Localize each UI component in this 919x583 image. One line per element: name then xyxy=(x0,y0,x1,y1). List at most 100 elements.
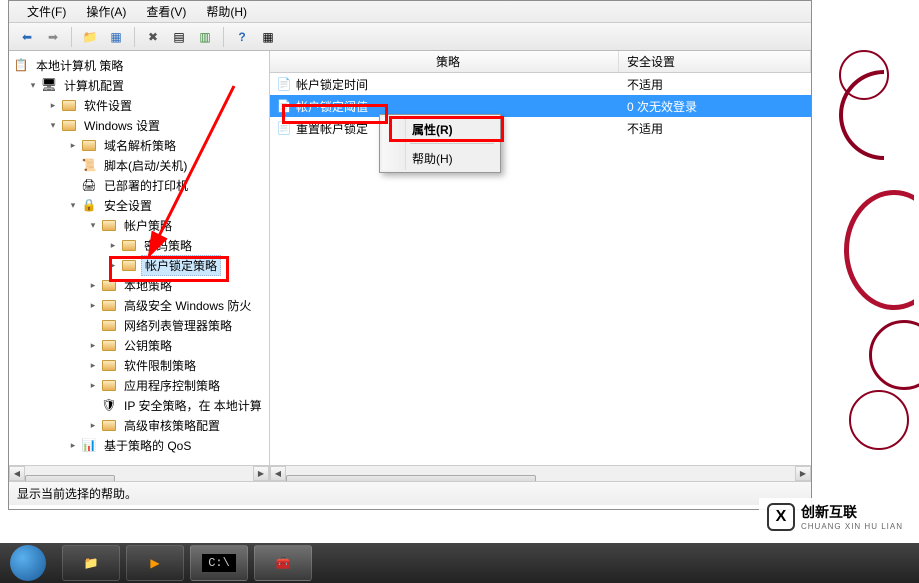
tree-pane[interactable]: 📋 本地计算机 策略 ▾ 🖥 计算机配置 ▸ 软件设置 ▾ Windows 设置 xyxy=(9,51,270,481)
watermark-logo: X 创新互联 CHUANG XIN HU LIAN xyxy=(759,498,911,535)
list-scrollbar-h[interactable]: ◀ ▶ xyxy=(270,465,811,481)
column-header-setting[interactable]: 安全设置 xyxy=(619,51,811,72)
watermark-icon: X xyxy=(767,503,795,531)
properties-button[interactable]: ▤ xyxy=(167,26,191,48)
menu-help[interactable]: 帮助(H) xyxy=(196,1,257,22)
tree-windows-settings[interactable]: ▾ Windows 设置 xyxy=(9,115,269,135)
list-pane: 策略 ▲ 安全设置 📄 帐户锁定时间 不适用 📄 xyxy=(270,51,811,481)
tree-ip-security[interactable]: 🛡 IP 安全策略，在 本地计算 xyxy=(9,395,269,415)
expander-icon[interactable]: ▸ xyxy=(47,99,59,111)
folder-icon xyxy=(101,357,117,373)
list-row-selected[interactable]: 📄 帐户锁定阈值 0 次无效登录 xyxy=(270,95,811,117)
tree-app-control[interactable]: ▸ 应用程序控制策略 xyxy=(9,375,269,395)
scroll-thumb[interactable] xyxy=(286,475,536,482)
folder-icon xyxy=(61,97,77,113)
tree-deployed-printers[interactable]: 🖨 已部署的打印机 xyxy=(9,175,269,195)
taskbar-item-explorer[interactable]: 📁 xyxy=(62,545,120,581)
tree-account-lockout-policy[interactable]: ▸ 帐户锁定策略 xyxy=(9,255,269,275)
up-button[interactable]: 📁 xyxy=(78,26,102,48)
scroll-right-button[interactable]: ▶ xyxy=(253,466,269,481)
tree-scrollbar-h[interactable]: ◀ ▶ xyxy=(9,465,269,481)
expander-icon[interactable]: ▸ xyxy=(87,359,99,371)
expander-icon[interactable]: ▾ xyxy=(67,199,79,211)
calendar-icon: ▦ xyxy=(262,30,273,44)
shield-icon: 🛡 xyxy=(101,397,117,413)
printer-icon: 🖨 xyxy=(81,177,97,193)
folder-icon xyxy=(101,277,117,293)
tree-qos[interactable]: ▸ 📊 基于策略的 QoS xyxy=(9,435,269,455)
tree-windows-firewall[interactable]: ▸ 高级安全 Windows 防火 xyxy=(9,295,269,315)
help-icon: ? xyxy=(238,30,245,44)
tree-local-policies[interactable]: ▸ 本地策略 xyxy=(9,275,269,295)
taskbar-item-cmd[interactable]: C:\ xyxy=(190,545,248,581)
toolbar: ⬅ ➡ 📁 ▦ ✖ ▤ ▥ ? ▦ xyxy=(9,23,811,51)
folder-icon xyxy=(121,237,137,253)
taskbar[interactable]: 📁 ▶ C:\ 🧰 xyxy=(0,543,919,583)
expander-icon[interactable]: ▸ xyxy=(87,379,99,391)
folder-icon xyxy=(101,297,117,313)
tree-software-settings[interactable]: ▸ 软件设置 xyxy=(9,95,269,115)
expander-icon[interactable]: ▸ xyxy=(87,279,99,291)
expander-icon[interactable]: ▾ xyxy=(87,219,99,231)
list-header: 策略 ▲ 安全设置 xyxy=(270,51,811,73)
start-button[interactable] xyxy=(10,545,46,581)
folder-up-icon: 📁 xyxy=(83,30,98,44)
list-row[interactable]: 📄 重置帐户锁定 不适用 xyxy=(270,117,811,139)
context-menu-separator xyxy=(410,143,494,144)
expander-icon[interactable]: ▸ xyxy=(87,339,99,351)
chart-icon: 📊 xyxy=(81,437,97,453)
menu-action[interactable]: 操作(A) xyxy=(76,1,136,22)
tree-root[interactable]: 📋 本地计算机 策略 xyxy=(9,55,269,75)
tree-security-settings[interactable]: ▾ 🔒 安全设置 xyxy=(9,195,269,215)
tree-software-restriction[interactable]: ▸ 软件限制策略 xyxy=(9,355,269,375)
expander-icon[interactable]: ▸ xyxy=(87,419,99,431)
scroll-left-button[interactable]: ◀ xyxy=(9,466,25,481)
scroll-thumb[interactable] xyxy=(25,475,115,482)
tree-password-policy[interactable]: ▸ 密码策略 xyxy=(9,235,269,255)
help-button[interactable]: ? xyxy=(230,26,254,48)
expander-icon[interactable]: ▾ xyxy=(47,119,59,131)
folder-icon xyxy=(61,117,77,133)
show-hide-tree-button[interactable]: ▦ xyxy=(104,26,128,48)
folder-icon xyxy=(101,217,117,233)
expander-icon[interactable]: ▸ xyxy=(107,239,119,251)
tree-computer-config[interactable]: ▾ 🖥 计算机配置 xyxy=(9,75,269,95)
tree-scripts[interactable]: 📜 脚本(启动/关机) xyxy=(9,155,269,175)
folder-icon xyxy=(81,137,97,153)
back-button[interactable]: ⬅ xyxy=(15,26,39,48)
policy-item-icon: 📄 xyxy=(276,98,292,114)
export-icon: ▥ xyxy=(199,30,210,44)
expander-icon[interactable]: ▸ xyxy=(67,439,79,451)
arrow-left-icon: ⬅ xyxy=(22,30,32,44)
expander-icon[interactable]: ▸ xyxy=(87,299,99,311)
menu-file[interactable]: 文件(F) xyxy=(17,1,76,22)
expander-icon[interactable]: ▸ xyxy=(107,259,119,271)
policy-item-icon: 📄 xyxy=(276,76,292,92)
scroll-right-button[interactable]: ▶ xyxy=(795,466,811,481)
export-button[interactable]: ▥ xyxy=(193,26,217,48)
panel-icon: ▦ xyxy=(110,30,121,44)
list-row[interactable]: 📄 帐户锁定时间 不适用 xyxy=(270,73,811,95)
security-icon: 🔒 xyxy=(81,197,97,213)
watermark-sub-text: CHUANG XIN HU LIAN xyxy=(801,522,903,531)
forward-button[interactable]: ➡ xyxy=(41,26,65,48)
scroll-left-button[interactable]: ◀ xyxy=(270,466,286,481)
view-button[interactable]: ▦ xyxy=(256,26,280,48)
policy-item-icon: 📄 xyxy=(276,120,292,136)
tree-account-policies[interactable]: ▾ 帐户策略 xyxy=(9,215,269,235)
expander-icon[interactable]: ▸ xyxy=(67,139,79,151)
tree-public-key[interactable]: ▸ 公钥策略 xyxy=(9,335,269,355)
gpedit-window: 文件(F) 操作(A) 查看(V) 帮助(H) ⬅ ➡ 📁 ▦ ✖ ▤ ▥ ? … xyxy=(8,0,812,510)
taskbar-item-media[interactable]: ▶ xyxy=(126,545,184,581)
tree-domain-resolution[interactable]: ▸ 域名解析策略 xyxy=(9,135,269,155)
taskbar-item-mmc[interactable]: 🧰 xyxy=(254,545,312,581)
expander-icon[interactable]: ▾ xyxy=(27,79,39,91)
column-header-policy[interactable]: 策略 ▲ xyxy=(270,51,619,72)
tree-advanced-audit[interactable]: ▸ 高级审核策略配置 xyxy=(9,415,269,435)
watermark-brand-text: 创新互联 xyxy=(801,502,903,522)
menu-view[interactable]: 查看(V) xyxy=(136,1,196,22)
menubar: 文件(F) 操作(A) 查看(V) 帮助(H) xyxy=(9,1,811,23)
tree-network-list[interactable]: 网络列表管理器策略 xyxy=(9,315,269,335)
delete-button[interactable]: ✖ xyxy=(141,26,165,48)
context-menu: 属性(R) 帮助(H) xyxy=(379,114,501,173)
